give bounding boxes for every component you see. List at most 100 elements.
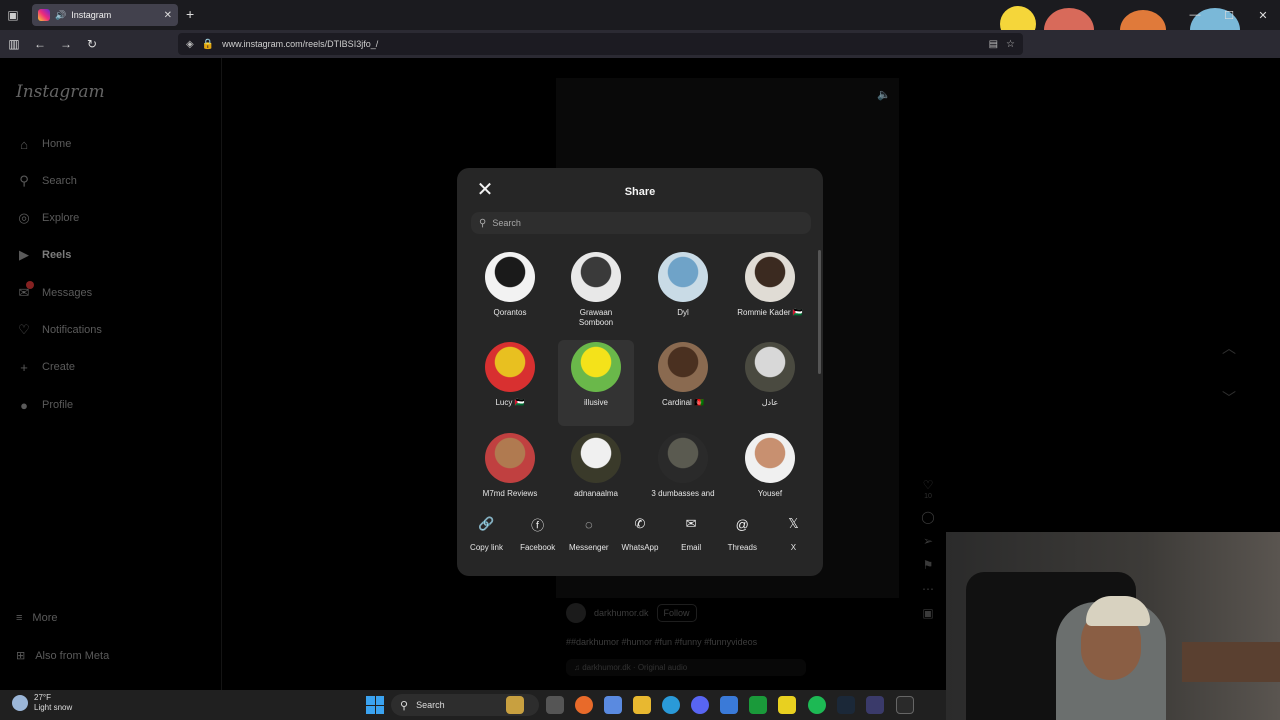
contact-item[interactable]: Lucy 🇵🇸	[472, 340, 548, 426]
tab-list-icon[interactable]: ▣	[0, 2, 26, 28]
contact-item[interactable]: Cardinal 🇦🇫	[645, 340, 721, 426]
window-close-icon[interactable]: ✕	[1246, 0, 1280, 30]
messenger-icon: ◌	[584, 516, 593, 532]
share-app-facebook[interactable]: ⓕ Facebook	[512, 514, 563, 553]
search-input[interactable]	[492, 218, 803, 228]
contact-item[interactable]: Yousef	[732, 431, 808, 517]
contact-name: Rommie Kader 🇵🇸	[737, 308, 803, 317]
contact-name: عادل	[761, 398, 779, 407]
share-apps-row: 🔗 Copy link ⓕ Facebook ◌ Messenger ✆ WhatsApp ✉ E…	[461, 514, 819, 552]
contact-item[interactable]: M7md Reviews	[472, 431, 548, 517]
contact-name: Lucy 🇵🇸	[495, 398, 525, 407]
share-app-label: Email	[681, 543, 702, 552]
tab-close-icon[interactable]: ✕	[164, 10, 172, 21]
contact-name: M7md Reviews	[482, 489, 538, 498]
contact-avatar	[658, 433, 708, 483]
contact-item[interactable]: Qorantos	[472, 250, 548, 336]
share-app-whatsapp[interactable]: ✆ WhatsApp	[614, 514, 665, 552]
share-app-x[interactable]: 𝕏X	[768, 514, 819, 552]
contact-avatar	[571, 252, 621, 302]
share-app-label: Threads	[727, 543, 757, 552]
weather-icon	[12, 695, 28, 711]
weather-widget[interactable]: 27°F Light snow	[12, 693, 72, 713]
search-icon: ⚲	[479, 217, 487, 229]
search-icon: ⚲	[400, 699, 409, 712]
tab-title: Instagram	[71, 10, 112, 20]
instagram-favicon-icon	[38, 9, 50, 21]
share-app-email[interactable]: ✉ Email	[666, 514, 717, 552]
weather-temperature: 27°F	[34, 693, 51, 702]
browser-nav-bar: ▥ ← → ↻ ◈ 🔒 www.instagram.com/reels/DTIB…	[0, 30, 1280, 58]
contact-avatar	[485, 252, 535, 302]
email-icon: ✉	[685, 516, 697, 531]
edge-icon[interactable]	[662, 696, 680, 714]
url-bar[interactable]: ◈ 🔒 www.instagram.com/reels/DTIBSI3jfo_/…	[178, 33, 1023, 55]
taskbar-search-label: Search	[416, 700, 445, 710]
share-app-messenger[interactable]: ◌ Messenger	[563, 514, 614, 553]
kick-icon[interactable]	[749, 696, 767, 714]
spotify-icon[interactable]	[808, 696, 826, 714]
share-app-label: Copy link	[470, 543, 503, 552]
search-highlight-icon	[506, 696, 524, 714]
maximize-icon[interactable]: ☐	[1212, 0, 1246, 30]
contact-item[interactable]: 3 dumbasses and	[645, 431, 721, 517]
contact-name: 3 dumbasses and	[651, 489, 715, 498]
notes-icon[interactable]	[778, 696, 796, 714]
contact-avatar	[745, 342, 795, 392]
sidebar-toggle-icon[interactable]: ▥	[2, 32, 26, 56]
contact-avatar	[485, 342, 535, 392]
contact-avatar	[658, 342, 708, 392]
scrollbar[interactable]	[818, 250, 821, 374]
chatgpt-icon[interactable]	[896, 696, 914, 714]
windows-start-icon[interactable]	[366, 696, 384, 714]
contact-avatar	[571, 342, 621, 392]
contact-item[interactable]: Dyl	[645, 250, 721, 336]
contact-name: Qorantos	[493, 308, 527, 317]
contact-item[interactable]: عادل	[732, 340, 808, 426]
minimize-icon[interactable]: —	[1178, 0, 1212, 30]
contact-avatar	[571, 433, 621, 483]
shield-icon[interactable]: ◈	[186, 39, 194, 50]
firefox-icon[interactable]	[575, 696, 593, 714]
contact-avatar	[745, 433, 795, 483]
contact-item[interactable]: illusive	[558, 340, 634, 426]
forward-icon[interactable]: →	[54, 32, 78, 56]
url-text[interactable]: www.instagram.com/reels/DTIBSI3jfo_/	[222, 39, 980, 49]
contact-item[interactable]: Rommie Kader 🇵🇸	[732, 250, 808, 336]
share-app-copy-link[interactable]: 🔗 Copy link	[461, 514, 512, 552]
contact-item[interactable]: Grawaan Somboon	[558, 250, 634, 336]
reload-icon[interactable]: ↻	[80, 32, 104, 56]
contact-name: Dyl	[677, 308, 689, 317]
contact-name: Cardinal 🇦🇫	[662, 398, 704, 407]
contact-name: adnanaalma	[573, 489, 619, 498]
contact-name: Grawaan Somboon	[578, 308, 614, 327]
copilot-icon[interactable]	[604, 696, 622, 714]
contact-name: Yousef	[757, 489, 783, 498]
lock-icon[interactable]: 🔒	[202, 39, 214, 50]
x-icon: 𝕏	[788, 516, 799, 531]
contact-avatar	[745, 252, 795, 302]
bookmark-star-icon[interactable]: ☆	[1006, 39, 1015, 50]
window-controls: — ☐ ✕	[1178, 0, 1280, 30]
share-modal: ✕ Share ⚲ QorantosGrawaan SomboonDylRomm…	[457, 168, 823, 576]
new-tab-button[interactable]: +	[186, 6, 194, 22]
store-icon[interactable]	[720, 696, 738, 714]
link-icon: 🔗	[478, 516, 495, 531]
webcam-overlay	[946, 532, 1280, 720]
whatsapp-icon: ✆	[634, 516, 646, 531]
reader-view-icon[interactable]: ▤	[989, 39, 998, 50]
modal-title: Share	[624, 186, 656, 198]
back-icon[interactable]: ←	[28, 32, 52, 56]
file-explorer-icon[interactable]	[633, 696, 651, 714]
contact-item[interactable]: adnanaalma	[558, 431, 634, 517]
share-app-threads[interactable]: @ Threads	[717, 514, 768, 553]
taskbar: 27°F Light snow ⚲ Search	[0, 690, 946, 720]
speaker-icon[interactable]: 🔊	[55, 10, 66, 21]
threads-icon: @	[735, 516, 749, 532]
steam-icon[interactable]	[837, 696, 855, 714]
discord-icon[interactable]	[691, 696, 709, 714]
task-view-icon[interactable]	[546, 696, 564, 714]
browser-tab[interactable]: 🔊 Instagram ✕	[32, 4, 178, 26]
obs-icon[interactable]	[866, 696, 884, 714]
facebook-icon: ⓕ	[531, 517, 545, 533]
